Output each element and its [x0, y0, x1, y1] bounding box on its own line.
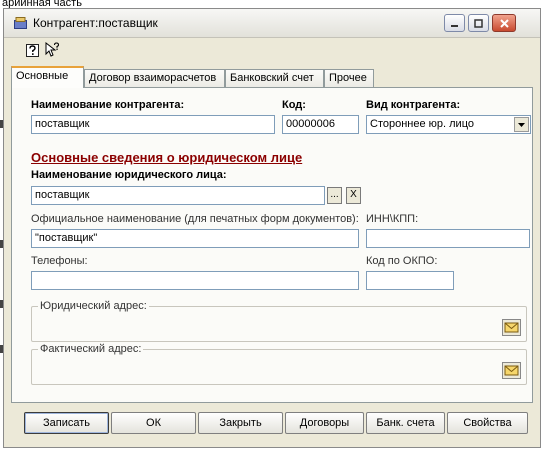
tab-label: Основные	[16, 70, 69, 82]
inn-kpp-label: ИНН\КПП:	[366, 213, 419, 225]
tab-label: Прочее	[329, 72, 367, 84]
close-button[interactable]	[492, 14, 516, 32]
envelope-icon[interactable]	[502, 362, 521, 379]
context-help-icon	[45, 42, 60, 57]
tab-other[interactable]: Прочее	[324, 69, 374, 87]
actual-address-label: Фактический адрес:	[38, 343, 144, 355]
contracts-button[interactable]: Договоры	[285, 412, 364, 434]
code-field[interactable]: 00000006	[282, 115, 359, 134]
phones-label: Телефоны:	[31, 255, 88, 267]
name-label: Наименование контрагента:	[31, 99, 185, 111]
title-bar[interactable]: Контрагент:поставщик	[4, 9, 540, 38]
legal-name-field[interactable]: поставщик	[31, 186, 325, 205]
tab-bank-account[interactable]: Банковский счет	[225, 69, 324, 87]
toolbar	[4, 39, 540, 61]
context-help-button[interactable]	[44, 42, 60, 58]
type-dropdown-button[interactable]	[514, 117, 529, 132]
maximize-button[interactable]	[468, 14, 489, 32]
legal-name-label: Наименование юридического лица:	[31, 169, 227, 181]
help-button[interactable]	[24, 42, 40, 58]
clear-button[interactable]: X	[346, 187, 361, 204]
minimize-icon	[451, 24, 458, 27]
window-title: Контрагент:поставщик	[33, 16, 158, 30]
official-name-label: Официальное наименование (для печатных ф…	[31, 213, 359, 225]
counterparty-window: Контрагент:поставщик Основные Договор вз…	[3, 8, 541, 448]
main-tab-panel: Наименование контрагента: поставщик Код:…	[11, 87, 533, 403]
official-name-field[interactable]: "поставщик"	[31, 229, 359, 248]
actual-address-group: Фактический адрес:	[31, 343, 527, 385]
name-field[interactable]: поставщик	[31, 115, 275, 134]
section-title: Основные сведения о юридическом лице	[31, 150, 303, 165]
code-label: Код:	[282, 99, 306, 111]
legal-address-label: Юридический адрес:	[38, 300, 149, 312]
minimize-button[interactable]	[444, 14, 465, 32]
bank-accounts-button[interactable]: Банк. счета	[366, 412, 445, 434]
envelope-icon[interactable]	[502, 319, 521, 336]
type-select[interactable]: Стороннее юр. лицо	[366, 115, 531, 134]
close-form-button[interactable]: Закрыть	[198, 412, 283, 434]
phones-field[interactable]	[31, 271, 359, 290]
ok-button[interactable]: ОК	[111, 412, 196, 434]
legal-address-group: Юридический адрес:	[31, 300, 527, 342]
type-label: Вид контрагента:	[366, 99, 461, 111]
inn-kpp-field[interactable]	[366, 229, 530, 248]
app-icon	[14, 17, 27, 29]
okpo-label: Код по ОКПО:	[366, 255, 438, 267]
tab-label: Банковский счет	[230, 72, 314, 84]
save-button[interactable]: Записать	[24, 412, 109, 434]
bottom-button-bar: Записать ОК Закрыть Договоры Банк. счета…	[14, 412, 534, 434]
properties-button[interactable]: Свойства	[447, 412, 528, 434]
tab-label: Договор взаиморасчетов	[89, 72, 217, 84]
tab-contract[interactable]: Договор взаиморасчетов	[84, 69, 225, 87]
tab-main[interactable]: Основные	[11, 66, 84, 88]
select-button[interactable]: ...	[327, 187, 342, 204]
close-icon	[499, 18, 509, 28]
chevron-down-icon	[518, 122, 525, 127]
help-icon	[25, 43, 39, 57]
okpo-field[interactable]	[366, 271, 454, 290]
type-select-value: Стороннее юр. лицо	[370, 118, 474, 130]
maximize-icon	[474, 18, 483, 28]
